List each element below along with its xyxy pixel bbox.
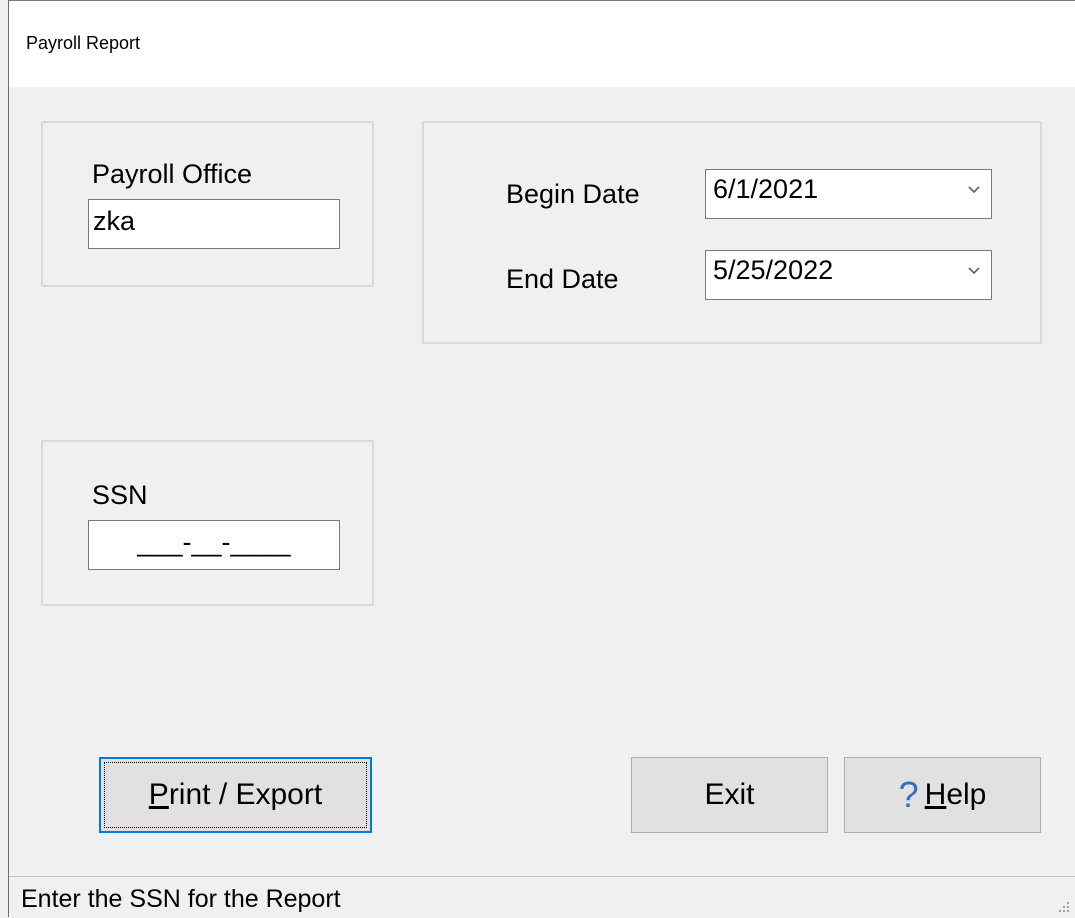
resize-grip-icon[interactable] (1057, 900, 1071, 914)
date-range-group: Begin Date 6/1/2021 End Date 5/25/2022 (422, 121, 1042, 344)
exit-button[interactable]: Exit (631, 757, 828, 833)
payroll-office-input[interactable]: zka (88, 199, 340, 249)
focus-rectangle (104, 762, 367, 828)
payroll-office-label: Payroll Office (92, 159, 253, 189)
exit-label: Exit (704, 778, 755, 811)
end-date-picker[interactable]: 5/25/2022 (705, 250, 992, 300)
title-bar: Payroll Report (9, 0, 1075, 87)
chevron-down-icon[interactable] (967, 264, 981, 278)
begin-date-label: Begin Date (506, 179, 640, 209)
status-bar: Enter the SSN for the Report (9, 876, 1075, 918)
window-title: Payroll Report (26, 33, 141, 53)
print-export-button[interactable]: Print / Export (99, 757, 372, 833)
end-date-value: 5/25/2022 (713, 255, 834, 285)
help-label: Help (924, 778, 987, 811)
chevron-down-icon[interactable] (967, 183, 981, 197)
begin-date-value: 6/1/2021 (713, 174, 819, 204)
end-date-label: End Date (506, 264, 619, 294)
begin-date-picker[interactable]: 6/1/2021 (705, 169, 992, 219)
ssn-label: SSN (92, 480, 148, 510)
ssn-input[interactable]: ___-__-____ (88, 520, 340, 570)
payroll-office-group: Payroll Office zka (41, 121, 374, 287)
status-text: Enter the SSN for the Report (21, 885, 341, 913)
question-mark-icon: ? (898, 774, 919, 815)
payroll-report-window: Payroll Report Payroll Office zka Begin … (8, 0, 1075, 918)
ssn-group: SSN ___-__-____ (41, 440, 374, 606)
help-button[interactable]: ? Help (844, 757, 1041, 833)
ssn-mask: ___-__-____ (137, 527, 291, 557)
